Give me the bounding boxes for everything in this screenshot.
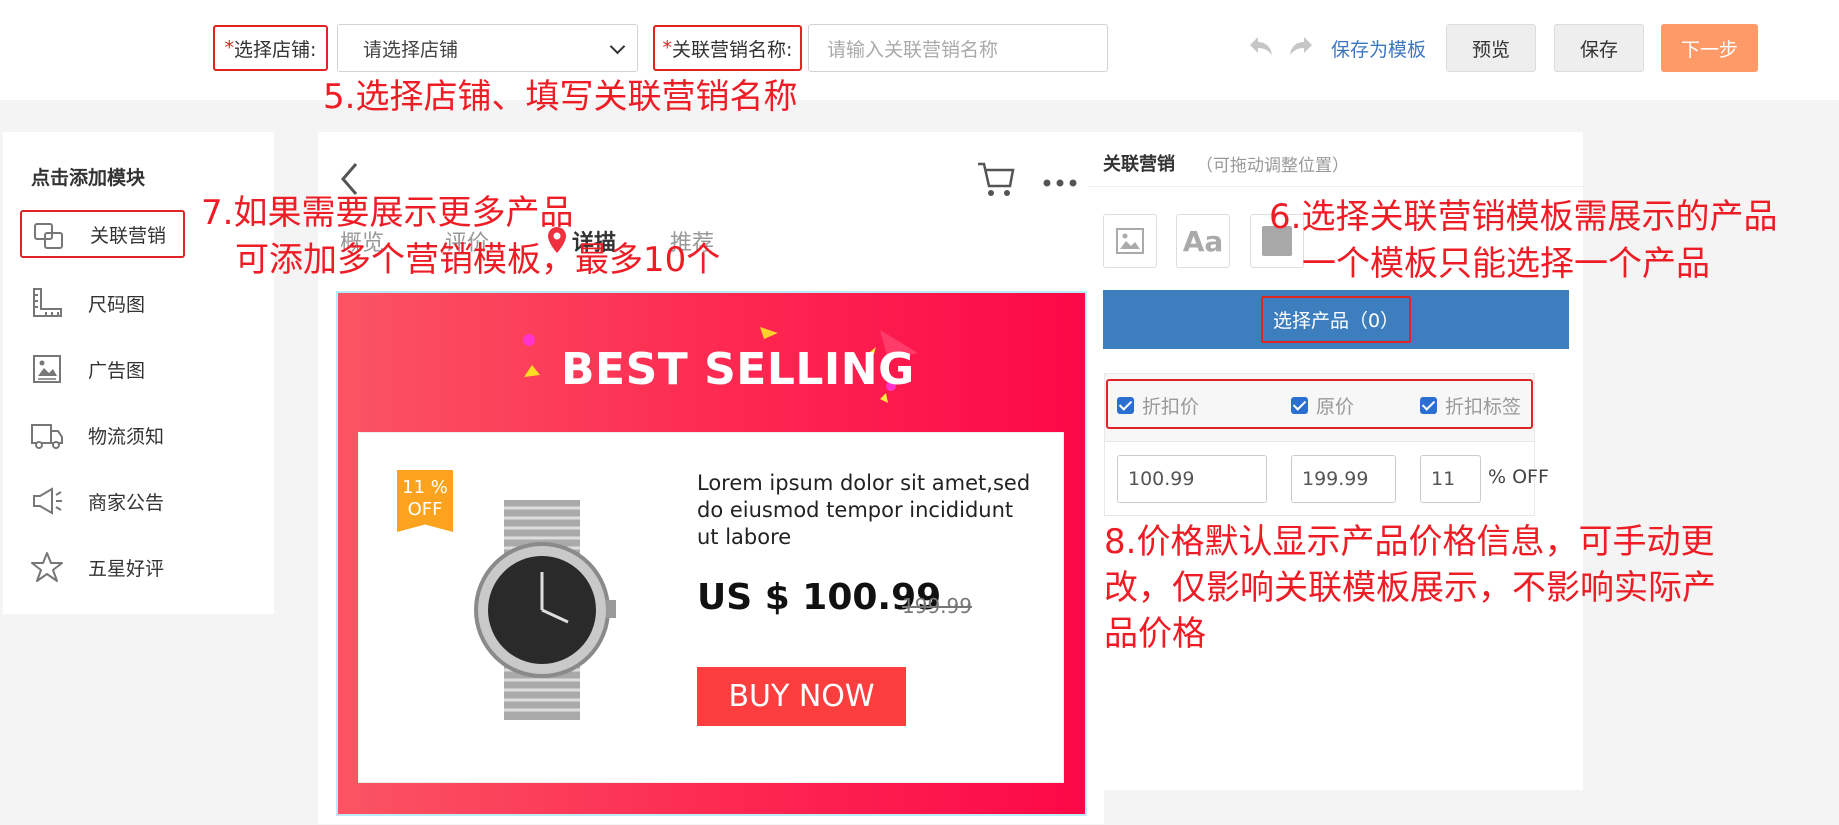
product-image-watch	[474, 500, 616, 720]
preview-button[interactable]: 预览	[1446, 24, 1536, 72]
store-select[interactable]: 请选择店铺	[337, 24, 638, 72]
store-select-placeholder: 请选择店铺	[363, 38, 459, 61]
settings-panel-subtitle: （可拖动调整位置）	[1196, 156, 1349, 176]
checkbox-original-price[interactable]: 原价	[1291, 392, 1354, 419]
module-item-size-chart[interactable]: 尺码图	[20, 279, 185, 327]
required-mark: *	[662, 37, 673, 59]
annotation-step-8-line2: 改，仅影响关联模板展示，不影响实际产	[1104, 568, 1716, 608]
store-label: * 选择店铺:	[213, 25, 328, 71]
checkbox-discount-tag[interactable]: 折扣标签	[1420, 392, 1521, 419]
module-item-label: 物流须知	[88, 425, 165, 448]
marketing-name-label: * 关联营销名称:	[653, 25, 802, 71]
text-tool[interactable]: Aa	[1176, 214, 1230, 268]
marketing-name-label-text: 关联营销名称:	[672, 38, 793, 61]
checkbox-label: 原价	[1316, 396, 1355, 418]
module-item-logistics[interactable]: 物流须知	[20, 411, 185, 459]
undo-icon[interactable]	[1248, 35, 1274, 61]
discount-percent-input[interactable]: 11	[1420, 455, 1481, 503]
discount-price-input[interactable]: 100.99	[1117, 455, 1267, 503]
module-panel-title: 点击添加模块	[31, 167, 146, 189]
original-price-input[interactable]: 199.99	[1291, 455, 1396, 503]
star-icon	[31, 552, 63, 582]
truck-icon	[31, 424, 63, 449]
product-old-price: 199.99	[902, 594, 972, 618]
banner-title: BEST SELLING	[561, 344, 915, 395]
save-button[interactable]: 保存	[1554, 24, 1644, 72]
module-item-label: 商家公告	[88, 491, 165, 514]
chevron-down-icon	[609, 38, 626, 55]
marketing-name-placeholder: 请输入关联营销名称	[827, 38, 999, 61]
discount-tag: 11 % OFF	[397, 470, 453, 532]
annotation-step-6-line1: 6.选择关联营销模板需展示的产品	[1269, 197, 1778, 237]
image-icon	[1116, 228, 1144, 254]
module-item-five-star[interactable]: 五星好评	[20, 543, 185, 591]
required-mark: *	[224, 37, 235, 59]
ruler-icon	[33, 288, 62, 317]
discount-tag-percent: 11 %	[402, 477, 448, 498]
settings-panel-divider	[1089, 186, 1583, 187]
module-item-label: 尺码图	[88, 293, 146, 316]
checkbox-discount-price[interactable]: 折扣价	[1117, 392, 1199, 419]
checkbox-checked-icon	[1420, 397, 1437, 414]
module-item-label: 关联营销	[90, 224, 167, 247]
cart-icon[interactable]	[976, 160, 1016, 202]
checkbox-label: 折扣价	[1142, 396, 1200, 418]
checkbox-checked-icon	[1291, 397, 1308, 414]
text-icon: Aa	[1182, 224, 1224, 258]
select-product-label: 选择产品（0）	[1260, 296, 1412, 343]
percent-off-label: % OFF	[1488, 466, 1549, 488]
annotation-step-6-line2: 一个模板只能选择一个产品	[1302, 244, 1710, 284]
annotation-step-5: 5.选择店铺、填写关联营销名称	[323, 77, 798, 117]
redo-icon[interactable]	[1288, 35, 1314, 61]
next-step-button[interactable]: 下一步	[1661, 24, 1758, 72]
buy-now-button[interactable]: BUY NOW	[697, 667, 906, 726]
save-as-template-link[interactable]: 保存为模板	[1331, 35, 1426, 62]
image-icon	[33, 355, 61, 383]
annotation-step-7-line2: 可添加多个营销模板，最多10个	[235, 240, 721, 280]
marketing-name-input[interactable]: 请输入关联营销名称	[808, 24, 1108, 72]
module-item-label: 五星好评	[88, 557, 165, 580]
module-item-label: 广告图	[88, 359, 146, 382]
checkbox-label: 折扣标签	[1445, 396, 1522, 418]
megaphone-icon	[33, 487, 62, 515]
module-item-related-marketing[interactable]: 关联营销	[20, 210, 185, 258]
module-item-announcement[interactable]: 商家公告	[20, 477, 185, 525]
linked-squares-icon	[34, 223, 63, 249]
discount-tag-off: OFF	[407, 499, 443, 520]
more-icon[interactable]	[1042, 174, 1078, 193]
insert-image-tool[interactable]	[1103, 214, 1157, 268]
store-label-text: 选择店铺:	[234, 38, 317, 61]
annotation-step-8-line3: 品价格	[1104, 614, 1206, 654]
annotation-step-8-line1: 8.价格默认显示产品价格信息，可手动更	[1104, 522, 1715, 562]
product-description: Lorem ipsum dolor sit amet,sed do eiusmo…	[697, 471, 1031, 549]
settings-panel-title: 关联营销	[1103, 154, 1175, 175]
checkbox-checked-icon	[1117, 397, 1134, 414]
annotation-step-7-line1: 7.如果需要展示更多产品	[201, 193, 574, 233]
module-item-ad-image[interactable]: 广告图	[20, 345, 185, 393]
select-product-button[interactable]: 选择产品（0）	[1103, 290, 1569, 349]
